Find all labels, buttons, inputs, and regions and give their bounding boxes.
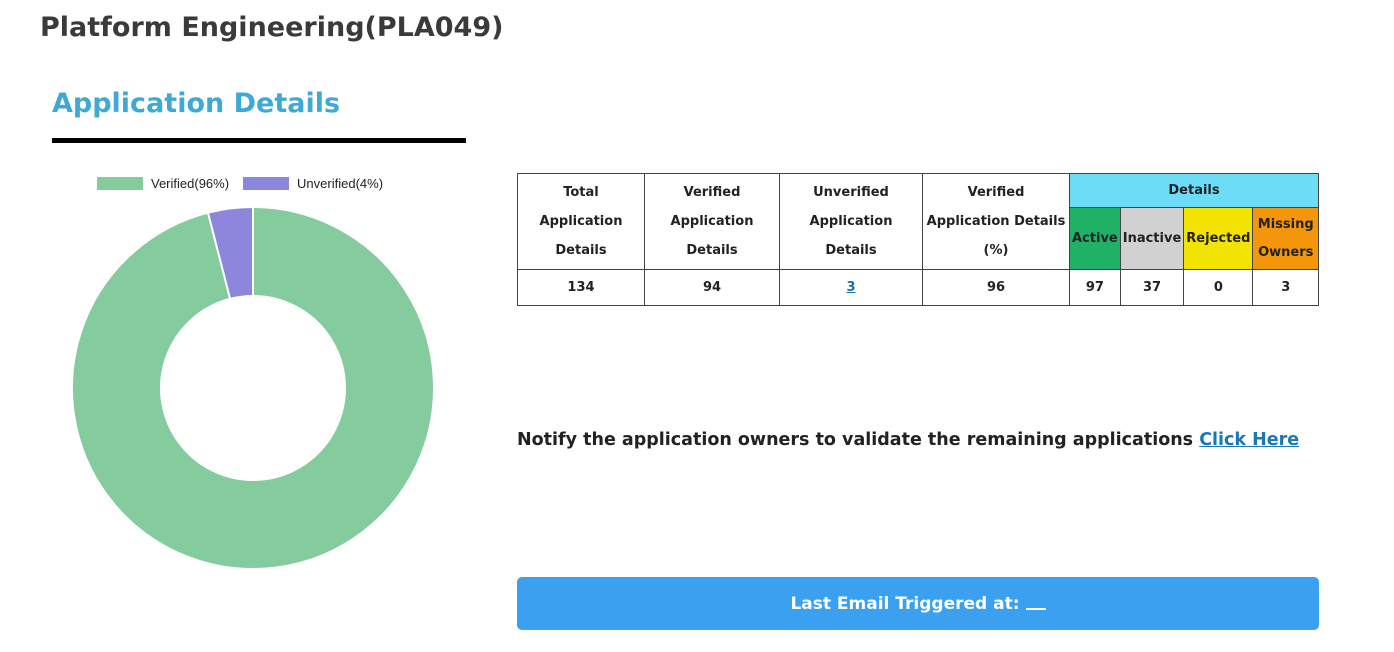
section-title: Application Details	[52, 88, 341, 119]
click-here-link[interactable]: Click Here	[1199, 430, 1299, 450]
cell-inactive: 37	[1119, 269, 1185, 306]
cell-active: 97	[1069, 269, 1121, 306]
header-missing-owners: Missing Owners	[1252, 207, 1319, 270]
header-rejected: Rejected	[1183, 207, 1254, 270]
cell-rejected: 0	[1183, 269, 1254, 306]
header-verified-percent: Verified Application Details (%)	[922, 173, 1070, 270]
header-inactive: Inactive	[1119, 207, 1185, 270]
unverified-count-link[interactable]: 3	[846, 280, 855, 295]
cell-total: 134	[517, 269, 645, 306]
last-email-button[interactable]: Last Email Triggered at:	[517, 577, 1319, 630]
header-active: Active	[1069, 207, 1121, 270]
header-details: Details	[1069, 173, 1319, 208]
legend-item-unverified[interactable]: Unverified(4%)	[243, 176, 383, 191]
last-email-value	[1025, 598, 1046, 610]
cell-verified-percent: 96	[922, 269, 1070, 306]
page-title: Platform Engineering(PLA049)	[40, 12, 504, 43]
table-row: 134 94 3 96 97 37 0 3	[517, 269, 1319, 306]
chart-legend: Verified(96%) Unverified(4%)	[97, 176, 397, 191]
header-unverified: Unverified Application Details	[779, 173, 923, 270]
donut-chart	[71, 205, 435, 570]
legend-label-verified: Verified(96%)	[151, 176, 230, 191]
legend-item-verified[interactable]: Verified(96%)	[97, 176, 229, 191]
header-verified: Verified Application Details	[644, 173, 780, 270]
notify-text: Notify the application owners to validat…	[517, 430, 1194, 450]
header-total: Total Application Details	[517, 173, 645, 270]
legend-swatch-verified	[97, 177, 143, 190]
notify-message: Notify the application owners to validat…	[517, 430, 1299, 450]
section-divider	[52, 138, 466, 143]
cell-unverified: 3	[779, 269, 923, 306]
legend-label-unverified: Unverified(4%)	[297, 176, 384, 191]
cell-verified: 94	[644, 269, 780, 306]
legend-swatch-unverified	[243, 177, 290, 190]
cell-missing-owners: 3	[1252, 269, 1319, 306]
last-email-label: Last Email Triggered at:	[790, 593, 1020, 614]
application-summary-table: Total Application Details Verified Appli…	[517, 173, 1319, 306]
